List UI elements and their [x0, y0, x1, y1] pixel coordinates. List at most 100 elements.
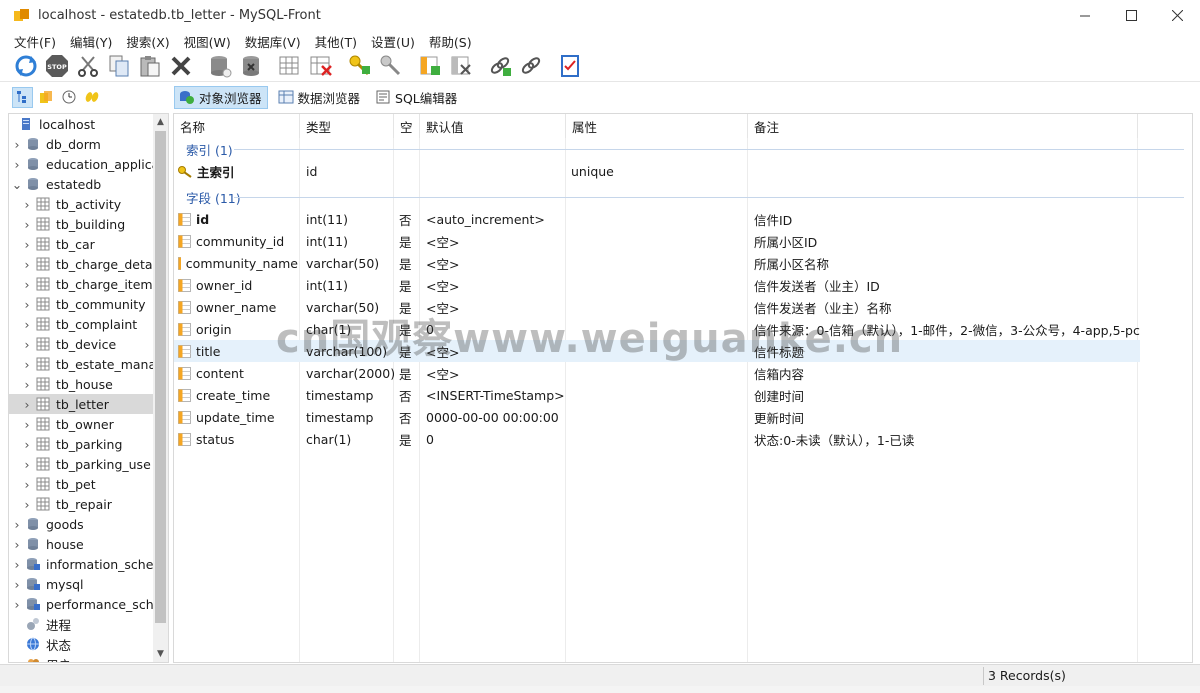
cut-button[interactable] [73, 52, 103, 80]
scroll-up-arrow[interactable]: ▲ [153, 114, 168, 130]
expand-arrow-icon[interactable]: › [22, 497, 32, 512]
expand-arrow-icon[interactable]: › [22, 437, 32, 452]
field-row-id[interactable]: id int(11) 否 <auto_increment> 信件ID [174, 208, 1140, 230]
tree-item-db_dorm[interactable]: › db_dorm [9, 134, 168, 154]
menu-edit[interactable]: 编辑(Y) [70, 32, 112, 51]
drop-key-button[interactable] [376, 52, 406, 80]
header-name[interactable]: 名称 [174, 114, 300, 138]
field-row-status[interactable]: status char(1) 是 0 状态:0-未读（默认），1-已读 [174, 428, 1140, 450]
tree-item-information_schen[interactable]: › information_schen [9, 554, 168, 574]
expand-arrow-icon[interactable]: › [12, 137, 22, 152]
tree-item-goods[interactable]: › goods [9, 514, 168, 534]
properties-button[interactable] [555, 52, 585, 80]
field-group-header[interactable]: 字段 (11) [174, 186, 1192, 208]
close-button[interactable] [1154, 0, 1200, 31]
bookmarks-button[interactable] [35, 87, 56, 108]
tree-item-25[interactable]: 进程 [9, 614, 168, 634]
menu-view[interactable]: 视图(W) [184, 32, 231, 51]
tree-item-tb_parking[interactable]: › tb_parking [9, 434, 168, 454]
expand-arrow-icon[interactable]: › [12, 557, 22, 572]
new-database-button[interactable] [205, 52, 235, 80]
tree-item-mysql[interactable]: › mysql [9, 574, 168, 594]
drop-table-button[interactable] [306, 52, 336, 80]
tree-item-27[interactable]: 用户 [9, 654, 168, 662]
expand-arrow-icon[interactable]: › [22, 337, 32, 352]
menu-settings[interactable]: 设置(U) [371, 32, 415, 51]
field-row-title[interactable]: title varchar(100) 是 <空> 信件标题 [174, 340, 1140, 362]
field-row-community-id[interactable]: community_id int(11) 是 <空> 所属小区ID [174, 230, 1140, 252]
expand-arrow-icon[interactable]: › [22, 417, 32, 432]
tree-item-tb_device[interactable]: › tb_device [9, 334, 168, 354]
expand-arrow-icon[interactable]: › [22, 477, 32, 492]
tree-item-tb_building[interactable]: › tb_building [9, 214, 168, 234]
expand-arrow-icon[interactable]: › [22, 397, 32, 412]
minimize-button[interactable] [1062, 0, 1108, 31]
expand-arrow-icon[interactable]: › [22, 317, 32, 332]
expand-arrow-icon[interactable]: › [22, 357, 32, 372]
expand-arrow-icon[interactable]: › [22, 277, 32, 292]
expand-arrow-icon[interactable]: › [22, 257, 32, 272]
field-row-content[interactable]: content varchar(2000) 是 <空> 信箱内容 [174, 362, 1140, 384]
tree-item-localhost[interactable]: localhost [9, 114, 168, 134]
expand-arrow-icon[interactable]: › [22, 377, 32, 392]
tree-item-tb_activity[interactable]: › tb_activity [9, 194, 168, 214]
scroll-down-arrow[interactable]: ▼ [153, 646, 168, 662]
tree-item-estatedb[interactable]: ⌄ estatedb [9, 174, 168, 194]
drop-foreign-key-button[interactable] [516, 52, 546, 80]
expand-arrow-icon[interactable]: › [12, 517, 22, 532]
expand-arrow-icon[interactable]: › [22, 457, 32, 472]
field-row-owner-id[interactable]: owner_id int(11) 是 <空> 信件发送者（业主）ID [174, 274, 1140, 296]
tree-item-tb_repair[interactable]: › tb_repair [9, 494, 168, 514]
expand-arrow-icon[interactable]: › [12, 157, 22, 172]
header-comment[interactable]: 备注 [748, 114, 1138, 138]
header-attributes[interactable]: 属性 [566, 114, 748, 138]
tree-item-house[interactable]: › house [9, 534, 168, 554]
expand-arrow-icon[interactable]: › [12, 597, 22, 612]
tree-item-tb_house[interactable]: › tb_house [9, 374, 168, 394]
index-group-header[interactable]: 索引 (1) [174, 138, 1192, 160]
refresh-button[interactable] [11, 52, 41, 80]
expand-arrow-icon[interactable]: › [22, 297, 32, 312]
new-key-button[interactable] [345, 52, 375, 80]
tree-item-tb_community[interactable]: › tb_community [9, 294, 168, 314]
header-type[interactable]: 类型 [300, 114, 394, 138]
header-null[interactable]: 空 [394, 114, 420, 138]
drop-field-button[interactable] [446, 52, 476, 80]
tree-item-tb_complaint[interactable]: › tb_complaint [9, 314, 168, 334]
expand-arrow-icon[interactable]: › [22, 217, 32, 232]
expand-arrow-icon[interactable]: › [22, 237, 32, 252]
new-foreign-key-button[interactable] [485, 52, 515, 80]
field-row-create-time[interactable]: create_time timestamp 否 <INSERT-TimeStamp> 创… [174, 384, 1140, 406]
scroll-thumb[interactable] [155, 131, 166, 623]
menu-other[interactable]: 其他(T) [315, 32, 357, 51]
tree-item-tb_owner[interactable]: › tb_owner [9, 414, 168, 434]
tree-item-tb_parking_use[interactable]: › tb_parking_use [9, 454, 168, 474]
field-row-owner-name[interactable]: owner_name varchar(50) 是 <空> 信件发送者（业主）名称 [174, 296, 1140, 318]
tree-item-tb_estate_manag[interactable]: › tb_estate_manag [9, 354, 168, 374]
expand-arrow-icon[interactable]: › [12, 537, 22, 552]
stop-button[interactable]: STOP [42, 52, 72, 80]
history-button[interactable] [58, 87, 79, 108]
field-row-update-time[interactable]: update_time timestamp 否 0000-00-00 00:00:00… [174, 406, 1140, 428]
collapse-arrow-icon[interactable]: ⌄ [12, 177, 22, 192]
tree-item-education_applica[interactable]: › education_applica [9, 154, 168, 174]
tree-item-tb_car[interactable]: › tb_car [9, 234, 168, 254]
maximize-button[interactable] [1108, 0, 1154, 31]
menu-search[interactable]: 搜索(X) [126, 32, 169, 51]
paste-button[interactable] [135, 52, 165, 80]
tree-item-tb_pet[interactable]: › tb_pet [9, 474, 168, 494]
tree-scrollbar[interactable]: ▲ ▼ [153, 114, 168, 662]
navigator-button[interactable] [12, 86, 33, 108]
explorer-button[interactable] [81, 87, 102, 108]
drop-database-button[interactable] [236, 52, 266, 80]
new-field-button[interactable] [415, 52, 445, 80]
new-table-button[interactable] [275, 52, 305, 80]
menu-database[interactable]: 数据库(V) [245, 32, 301, 51]
tab-object-browser[interactable]: 对象浏览器 [174, 85, 268, 109]
field-row-origin[interactable]: origin char(1) 是 0 信件来源：0-信箱（默认），1-邮件，2-微信，3… [174, 318, 1140, 340]
index-row[interactable]: 主索引 id unique [174, 160, 1140, 182]
header-default[interactable]: 默认值 [420, 114, 566, 138]
menu-file[interactable]: 文件(F) [14, 32, 56, 51]
tree-item-26[interactable]: 状态 [9, 634, 168, 654]
tab-data-browser[interactable]: 数据浏览器 [274, 86, 366, 109]
